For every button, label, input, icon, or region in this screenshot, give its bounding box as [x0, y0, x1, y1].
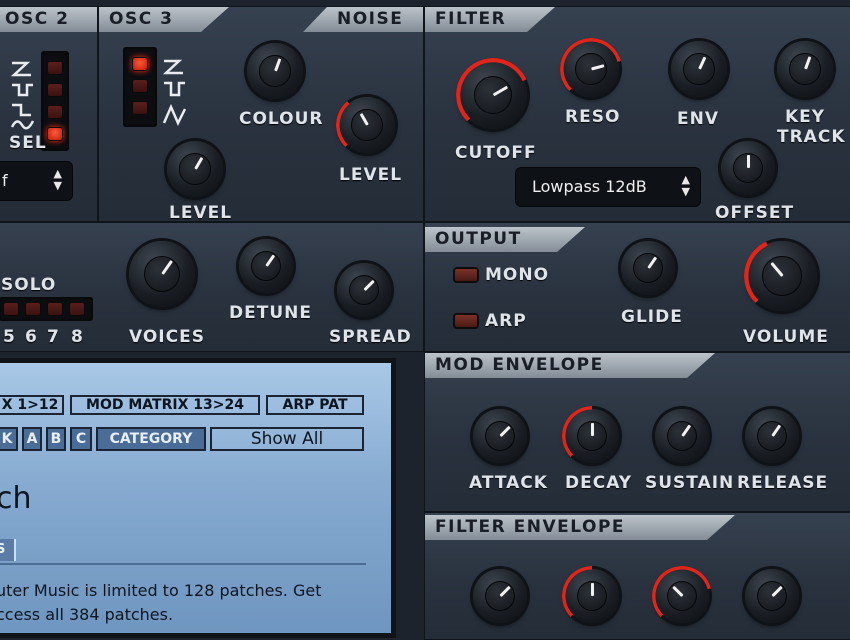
- filter-button-c[interactable]: C: [70, 427, 92, 451]
- unison-voice-led-6[interactable]: [25, 302, 41, 316]
- updown-arrows-icon: ▲ ▼: [681, 173, 690, 198]
- mod-env-attack-knob[interactable]: [473, 409, 527, 463]
- filter-envelope-title: FILTER ENVELOPE: [425, 515, 735, 540]
- osc3-colour-label: COLOUR: [239, 109, 324, 129]
- tab-mod-matrix-1-12[interactable]: X 1>12: [0, 395, 64, 415]
- filter-button-a[interactable]: A: [22, 427, 42, 451]
- osc2-wave-led-3[interactable]: [47, 105, 63, 119]
- waveform-icons: [162, 59, 187, 126]
- filter-env-attack-knob[interactable]: [473, 569, 527, 623]
- filter-keytrack-label-1: KEY: [785, 107, 826, 127]
- patch-name-heading: ch: [0, 481, 32, 516]
- filter-env-sustain-knob[interactable]: [652, 566, 712, 626]
- mod-env-sustain-label: SUSTAIN: [645, 473, 735, 493]
- category-select[interactable]: Show All: [210, 427, 364, 451]
- osc3-wave-led-1[interactable]: [132, 57, 148, 71]
- filter-reso-knob[interactable]: [560, 38, 622, 100]
- filter-cutoff-label: CUTOFF: [455, 143, 537, 163]
- osc2-select-value: f: [2, 171, 8, 190]
- output-panel: OUTPUT MONO ARP GLIDE VOLUME: [424, 222, 850, 352]
- osc2-panel: OSC 2 SEL f ▲ ▼: [0, 6, 98, 222]
- unison-voice-num-8: 8: [71, 327, 84, 347]
- unison-voice-led-8[interactable]: [69, 302, 85, 316]
- filter-env-decay-knob[interactable]: [562, 566, 622, 626]
- unison-panel: SOLO 5 6 7 8 VOICES DETUNE SPREAD: [0, 222, 424, 352]
- osc3-level-label: LEVEL: [169, 203, 233, 222]
- mod-env-decay-label: DECAY: [565, 473, 633, 493]
- mod-envelope-title: MOD ENVELOPE: [425, 353, 715, 378]
- osc3-wave-led-3[interactable]: [132, 101, 148, 115]
- osc2-wave-led-4[interactable]: [47, 127, 63, 141]
- osc3-level-knob[interactable]: [167, 141, 223, 197]
- filter-env-knob[interactable]: [671, 41, 727, 97]
- filter-keytrack-label-2: TRACK: [777, 127, 846, 147]
- output-glide-knob[interactable]: [621, 241, 675, 295]
- filter-envelope-panel: FILTER ENVELOPE: [424, 512, 850, 640]
- mod-env-release-knob[interactable]: [745, 409, 799, 463]
- filter-env-release-knob[interactable]: [745, 569, 799, 623]
- limit-message-line-1: uter Music is limited to 128 patches. Ge…: [0, 581, 322, 600]
- mod-env-release-label: RELEASE: [737, 473, 829, 493]
- osc2-select[interactable]: f ▲ ▼: [0, 161, 73, 201]
- filter-cutoff-knob[interactable]: [456, 58, 530, 132]
- osc3-panel: OSC 3 NOISE COLOUR LEVEL LEVEL: [98, 6, 424, 222]
- filter-type-select[interactable]: Lowpass 12dB ▲ ▼: [515, 167, 701, 207]
- osc2-wave-led-1[interactable]: [47, 61, 63, 75]
- filter-reso-label: RESO: [565, 107, 621, 127]
- category-button[interactable]: CATEGORY: [96, 427, 206, 451]
- unison-detune-knob[interactable]: [239, 239, 293, 293]
- filter-keytrack-knob[interactable]: [777, 41, 833, 97]
- output-arp-label: ARP: [485, 311, 527, 331]
- tab-mod-matrix-13-24[interactable]: MOD MATRIX 13>24: [70, 395, 260, 415]
- filter-type-value: Lowpass 12dB: [532, 177, 647, 196]
- output-glide-label: GLIDE: [621, 307, 683, 327]
- unison-voices-label: VOICES: [129, 327, 205, 347]
- mod-env-decay-knob[interactable]: [562, 406, 622, 466]
- mod-env-attack-label: ATTACK: [469, 473, 548, 493]
- filter-button-k[interactable]: K: [0, 427, 18, 451]
- unison-voice-num-6: 6: [25, 327, 38, 347]
- unison-voice-led-5[interactable]: [3, 302, 19, 316]
- unison-detune-label: DETUNE: [229, 303, 312, 323]
- osc3-title: OSC 3: [99, 7, 229, 32]
- noise-level-knob[interactable]: [336, 94, 398, 156]
- patch-list-header: S: [0, 539, 366, 565]
- filter-title: FILTER: [425, 7, 555, 32]
- unison-voice-led-7[interactable]: [47, 302, 63, 316]
- mod-env-sustain-knob[interactable]: [655, 409, 709, 463]
- osc2-sel-label: SEL: [9, 133, 47, 153]
- waveform-icons: [10, 61, 35, 130]
- unison-voices-knob[interactable]: [129, 241, 195, 307]
- limit-message-line-2: ccess all 384 patches.: [0, 605, 174, 624]
- output-title: OUTPUT: [425, 227, 585, 252]
- osc2-wave-led-2[interactable]: [47, 83, 63, 97]
- tab-arp-pattern[interactable]: ARP PAT: [266, 395, 364, 415]
- unison-spread-knob[interactable]: [337, 263, 391, 317]
- mod-envelope-panel: MOD ENVELOPE ATTACK DECAY SUSTAIN RELEAS…: [424, 352, 850, 512]
- filter-button-b[interactable]: B: [46, 427, 66, 451]
- noise-level-label: LEVEL: [339, 165, 403, 185]
- filter-env-label: ENV: [677, 109, 719, 129]
- filter-offset-label: OFFSET: [715, 203, 795, 222]
- patch-browser-display: X 1>12 MOD MATRIX 13>24 ARP PAT K A B C …: [0, 358, 396, 638]
- list-column-header[interactable]: S: [0, 539, 16, 561]
- osc3-colour-knob[interactable]: [247, 43, 303, 99]
- filter-panel: FILTER CUTOFF RESO ENV KEY TRACK Lowpass…: [424, 6, 850, 222]
- unison-voice-num-7: 7: [47, 327, 60, 347]
- output-mono-toggle[interactable]: [453, 267, 479, 283]
- updown-arrows-icon: ▲ ▼: [53, 167, 62, 192]
- osc3-wave-led-2[interactable]: [132, 79, 148, 93]
- noise-title: NOISE: [303, 7, 423, 32]
- unison-voice-num-5: 5: [3, 327, 16, 347]
- output-volume-knob[interactable]: [744, 238, 820, 314]
- unison-solo-label: SOLO: [1, 275, 57, 295]
- osc2-title: OSC 2: [0, 7, 97, 32]
- output-mono-label: MONO: [485, 265, 550, 285]
- output-arp-toggle[interactable]: [453, 313, 479, 329]
- output-volume-label: VOLUME: [743, 327, 829, 347]
- filter-offset-knob[interactable]: [721, 141, 775, 195]
- unison-spread-label: SPREAD: [329, 327, 412, 347]
